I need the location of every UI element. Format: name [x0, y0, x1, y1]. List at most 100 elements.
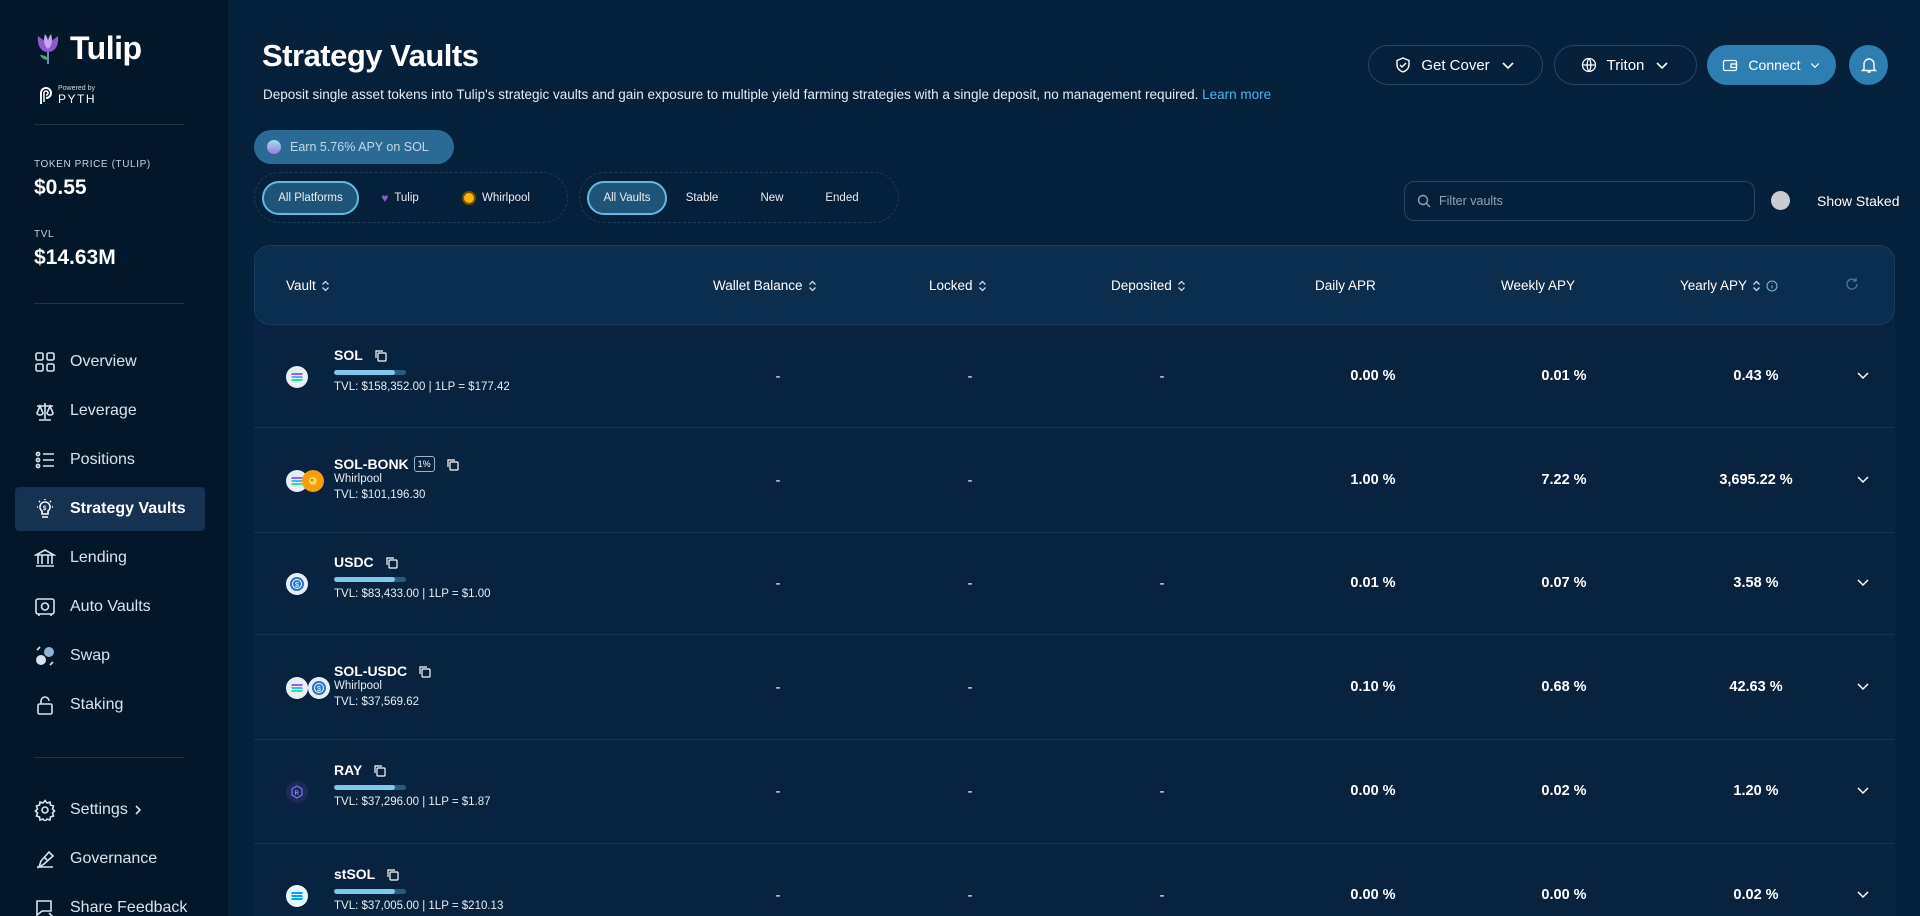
nav-strategy-vaults[interactable]: $ Strategy Vaults: [15, 487, 205, 531]
expand-row-button[interactable]: [1855, 574, 1871, 595]
copy-icon[interactable]: [418, 665, 431, 678]
nav-overview[interactable]: Overview: [15, 340, 205, 384]
sol-icon: [286, 366, 308, 388]
expand-row-button[interactable]: [1855, 886, 1871, 907]
learn-more-link[interactable]: Learn more: [1202, 87, 1271, 102]
pyth-badge: Powered by PYTH: [38, 85, 96, 105]
locked-cell: -: [967, 679, 973, 696]
stsol-icon: [286, 885, 308, 907]
header-label: Weekly APY: [1501, 278, 1576, 293]
header-weekly-apy: Weekly APY: [1501, 278, 1575, 293]
vault-name-text: SOL-BONK: [334, 456, 409, 472]
page-description: Deposit single asset tokens into Tulip's…: [263, 87, 1271, 102]
table-row[interactable]: SOL-BONK 1% Whirlpool TVL: $101,196.30- -1.0…: [254, 428, 1895, 533]
svg-text:$: $: [43, 506, 47, 512]
chip-label: Stable: [685, 191, 719, 204]
nav-share-feedback[interactable]: Share Feedback: [15, 886, 205, 916]
get-cover-button[interactable]: Get Cover: [1368, 45, 1543, 85]
vault-platform: Whirlpool: [334, 680, 382, 692]
chevron-right-icon: [135, 805, 141, 815]
chip-label: Whirlpool: [482, 191, 530, 204]
scale-icon: [36, 403, 54, 421]
nav-positions[interactable]: Positions: [15, 438, 205, 482]
vault-name: SOL: [334, 347, 387, 363]
daily-apr-cell: 0.00 %: [1350, 783, 1396, 799]
nav-label: Settings: [70, 801, 128, 818]
grid-icon: [35, 352, 55, 372]
header-label: Wallet Balance: [713, 278, 803, 293]
vault-capacity-fill: [334, 370, 396, 375]
nav-swap[interactable]: Swap: [15, 634, 205, 678]
copy-icon[interactable]: [446, 458, 459, 471]
nav-label: Overview: [70, 353, 137, 370]
nav-staking[interactable]: Staking: [15, 683, 205, 727]
search-input[interactable]: [1439, 194, 1739, 208]
whirlpool-icon: [462, 190, 477, 205]
vault-capacity-fill: [334, 889, 396, 894]
filter-all-platforms[interactable]: All Platforms: [262, 180, 359, 215]
wallet-balance-cell: -: [775, 472, 781, 489]
notifications-button[interactable]: [1849, 45, 1888, 85]
brand[interactable]: Tulip: [34, 30, 142, 67]
copy-icon[interactable]: [374, 349, 387, 362]
nav-lending[interactable]: Lending: [15, 536, 205, 580]
table-row[interactable]: SOL TVL: $158,352.00 | 1LP = $177.42 - - - 0.…: [254, 325, 1895, 428]
vault-filter-group: All Vaults Stable New Ended: [579, 172, 899, 223]
chevron-down-icon: [1857, 476, 1869, 484]
vault-tvl: TVL: $158,352.00 | 1LP = $177.42: [334, 381, 510, 393]
info-icon[interactable]: [1766, 279, 1778, 292]
header-locked[interactable]: Locked: [929, 278, 987, 293]
nav-leverage[interactable]: Leverage: [15, 389, 205, 433]
daily-apr-cell: 0.00 %: [1350, 368, 1396, 384]
chevron-down-icon: [1857, 372, 1869, 380]
filter-new[interactable]: New: [737, 181, 807, 215]
table-row[interactable]: stSOL TVL: $37,005.00 | 1LP = $210.13 - - - 0…: [254, 844, 1895, 916]
vault-icons: $: [286, 677, 330, 699]
filter-stable[interactable]: Stable: [667, 181, 737, 215]
nav-governance[interactable]: Governance: [15, 837, 205, 881]
bank-icon: [34, 549, 56, 567]
vault-icons: $: [286, 573, 308, 595]
vault-name-text: stSOL: [334, 866, 376, 882]
nav-label: Leverage: [70, 402, 137, 419]
sort-icon: [808, 280, 816, 291]
locked-cell: -: [967, 783, 973, 800]
vault-platform: Whirlpool: [334, 473, 382, 485]
table-row[interactable]: R RAY TVL: $37,296.00 | 1LP = $1.87 - - - 0.00…: [254, 740, 1895, 844]
divider: [34, 124, 184, 125]
rpc-selector[interactable]: Triton: [1554, 45, 1697, 85]
header-deposited[interactable]: Deposited: [1111, 278, 1186, 293]
copy-icon[interactable]: [373, 764, 386, 777]
filter-tulip[interactable]: ♥ Tulip: [359, 181, 441, 215]
sidebar: Tulip Powered by PYTH TOKEN PRICE (TULIP…: [0, 0, 228, 916]
filter-ended[interactable]: Ended: [807, 181, 877, 215]
table-row[interactable]: $ SOL-USDC Whirlpool TVL: $37,569.62 - - 0.10 …: [254, 635, 1895, 740]
wallet-balance-cell: -: [775, 783, 781, 800]
filter-all-vaults[interactable]: All Vaults: [587, 180, 667, 215]
expand-row-button[interactable]: [1855, 678, 1871, 699]
show-staked-toggle[interactable]: [1771, 191, 1790, 210]
globe-icon: [1581, 57, 1596, 73]
token-price-label: TOKEN PRICE (TULIP): [34, 159, 151, 170]
table-row[interactable]: $ USDC TVL: $83,433.00 | 1LP = $1.00 - - - 0.0…: [254, 533, 1895, 635]
header-label: Daily APR: [1315, 278, 1376, 293]
locked-cell: -: [967, 472, 973, 489]
header-wallet-balance[interactable]: Wallet Balance: [713, 278, 817, 293]
header-vault[interactable]: Vault: [286, 278, 330, 293]
copy-icon[interactable]: [386, 868, 399, 881]
vote-icon: [37, 850, 55, 869]
expand-row-button[interactable]: [1855, 367, 1871, 388]
expand-row-button[interactable]: [1855, 782, 1871, 803]
weekly-apy-cell: 0.07 %: [1541, 575, 1587, 591]
header-yearly-apy[interactable]: Yearly APY: [1680, 278, 1778, 293]
earn-apy-banner[interactable]: Earn 5.76% APY on SOL: [254, 130, 454, 164]
expand-row-button[interactable]: [1855, 471, 1871, 492]
copy-icon[interactable]: [385, 556, 398, 569]
tulip-logo-icon: [37, 33, 59, 64]
vault-name: RAY: [334, 762, 386, 778]
connect-wallet-button[interactable]: Connect: [1707, 45, 1836, 85]
filter-whirlpool[interactable]: Whirlpool: [441, 181, 551, 215]
nav-auto-vaults[interactable]: Auto Vaults: [15, 585, 205, 629]
nav-settings[interactable]: Settings: [15, 788, 205, 832]
refresh-button[interactable]: [1840, 277, 1859, 291]
